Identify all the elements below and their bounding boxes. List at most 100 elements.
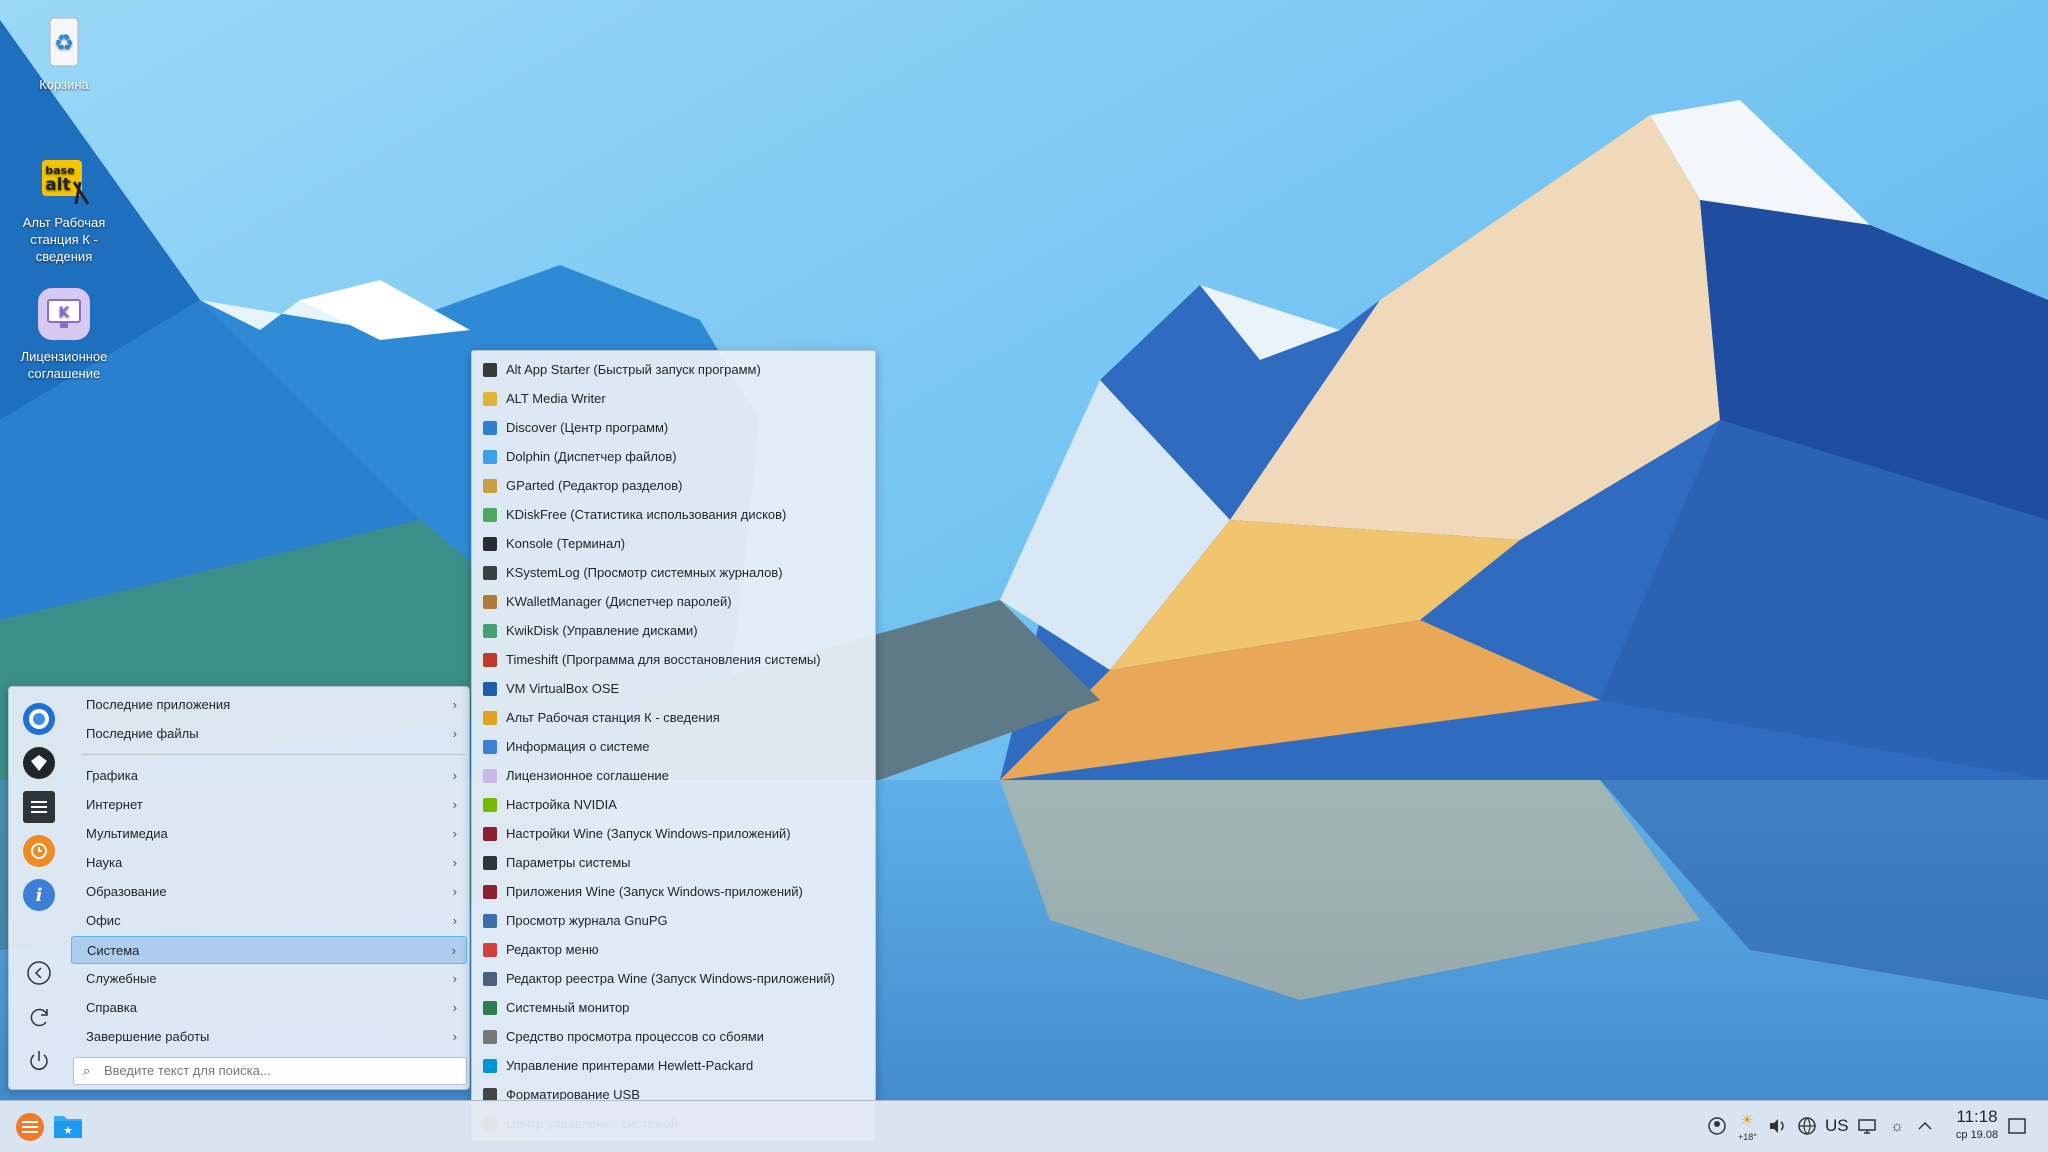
desktop-icon-label: Лицензионное соглашение bbox=[20, 349, 108, 381]
app-icon bbox=[483, 682, 497, 696]
folder-icon: ★ bbox=[54, 1116, 82, 1138]
info-icon[interactable]: i bbox=[23, 879, 55, 911]
submenu-item[interactable]: KWalletManager (Диспетчер паролей) bbox=[472, 587, 875, 616]
submenu-item[interactable]: Настройка NVIDIA bbox=[472, 790, 875, 819]
weather-icon[interactable]: ☀ bbox=[1736, 1109, 1758, 1131]
category-multimedia[interactable]: Мультимедиа › bbox=[71, 820, 467, 848]
network-icon[interactable] bbox=[1796, 1115, 1818, 1137]
svg-text:K: K bbox=[59, 305, 71, 321]
chevron-up-icon[interactable] bbox=[1914, 1115, 1936, 1137]
submenu-item[interactable]: Параметры системы bbox=[472, 848, 875, 877]
show-desktop-icon[interactable] bbox=[2006, 1115, 2028, 1137]
submenu-item[interactable]: GParted (Редактор разделов) bbox=[472, 471, 875, 500]
submenu-item-label: Лицензионное соглашение bbox=[506, 768, 669, 783]
alt-logo-icon: base alt bbox=[42, 160, 90, 205]
submenu-item-label: Настройки Wine (Запуск Windows-приложени… bbox=[506, 826, 791, 841]
submenu-item[interactable]: Timeshift (Программа для восстановления … bbox=[472, 645, 875, 674]
volume-icon[interactable] bbox=[1766, 1115, 1788, 1137]
app-icon bbox=[483, 914, 497, 928]
desktop-icon-license[interactable]: K Лицензионное соглашение bbox=[4, 286, 124, 382]
category-label: Последние файлы bbox=[86, 726, 199, 741]
category-label: Офис bbox=[86, 913, 121, 928]
app-icon bbox=[483, 363, 497, 377]
app-icon bbox=[483, 450, 497, 464]
brightness-icon[interactable]: ☼ bbox=[1886, 1115, 1908, 1137]
submenu-item[interactable]: ALT Media Writer bbox=[472, 384, 875, 413]
file-manager-button[interactable]: ★ bbox=[52, 1111, 84, 1141]
chevron-right-icon: › bbox=[452, 826, 457, 841]
app-icon bbox=[483, 769, 497, 783]
app-icon bbox=[483, 943, 497, 957]
application-menu: i Последние приложения › Последние файлы ›… bbox=[8, 686, 470, 1090]
chevron-right-icon: › bbox=[452, 1000, 457, 1015]
category-graphics[interactable]: Графика › bbox=[71, 762, 467, 790]
chevron-right-icon: › bbox=[452, 913, 457, 928]
category-internet[interactable]: Интернет › bbox=[71, 791, 467, 819]
back-icon[interactable] bbox=[23, 957, 55, 989]
submenu-item[interactable]: Discover (Центр программ) bbox=[472, 413, 875, 442]
display-icon[interactable] bbox=[1856, 1115, 1878, 1137]
desktop-icon-alt-info[interactable]: base alt Альт Рабочая станция К - сведен… bbox=[4, 152, 124, 265]
category-help[interactable]: Справка › bbox=[71, 994, 467, 1022]
search-input[interactable]: ⌕ Введите текст для поиска... bbox=[73, 1057, 467, 1085]
system-submenu: Alt App Starter (Быстрый запуск программ… bbox=[471, 350, 876, 1141]
kwallet-icon[interactable] bbox=[23, 747, 55, 779]
timeshift-icon[interactable] bbox=[23, 835, 55, 867]
submenu-item[interactable]: Лицензионное соглашение bbox=[472, 761, 875, 790]
submenu-item[interactable]: Dolphin (Диспетчер файлов) bbox=[472, 442, 875, 471]
search-placeholder: Введите текст для поиска... bbox=[104, 1063, 271, 1078]
category-shutdown[interactable]: Завершение работы › bbox=[71, 1023, 467, 1051]
category-label: Наука bbox=[86, 855, 123, 870]
user-switch-icon[interactable] bbox=[1706, 1115, 1728, 1137]
power-icon[interactable] bbox=[23, 1045, 55, 1077]
keyboard-layout[interactable]: US bbox=[1825, 1116, 1849, 1136]
app-icon bbox=[483, 508, 497, 522]
category-science[interactable]: Наука › bbox=[71, 849, 467, 877]
submenu-item[interactable]: Приложения Wine (Запуск Windows-приложен… bbox=[472, 877, 875, 906]
refresh-icon[interactable] bbox=[23, 1001, 55, 1033]
submenu-item[interactable]: Редактор меню bbox=[472, 935, 875, 964]
app-icon bbox=[483, 595, 497, 609]
category-label: Графика bbox=[86, 768, 138, 783]
submenu-item[interactable]: KSystemLog (Просмотр системных журналов) bbox=[472, 558, 875, 587]
app-launcher-button[interactable] bbox=[16, 1113, 44, 1141]
favorites-sidebar: i bbox=[9, 687, 71, 1091]
app-icon bbox=[483, 972, 497, 986]
app-icon bbox=[483, 798, 497, 812]
system-settings-icon[interactable] bbox=[23, 791, 55, 823]
category-utilities[interactable]: Служебные › bbox=[71, 965, 467, 993]
clock-time[interactable]: 11:18 bbox=[1942, 1107, 2012, 1127]
chevron-right-icon: › bbox=[452, 697, 457, 712]
submenu-item-label: Системный монитор bbox=[506, 1000, 630, 1015]
taskbar-panel: ★ ☀ +18° US ☼ 11:18 ср 19.08 bbox=[0, 1100, 2048, 1152]
menu-icon bbox=[22, 1121, 38, 1133]
license-icon: K bbox=[38, 288, 90, 340]
submenu-item[interactable]: Konsole (Терминал) bbox=[472, 529, 875, 558]
submenu-item[interactable]: KwikDisk (Управление дисками) bbox=[472, 616, 875, 645]
submenu-item[interactable]: KDiskFree (Статистика использования диск… bbox=[472, 500, 875, 529]
submenu-item[interactable]: Просмотр журнала GnuPG bbox=[472, 906, 875, 935]
category-system[interactable]: Система › bbox=[71, 936, 467, 964]
submenu-item-label: Настройка NVIDIA bbox=[506, 797, 617, 812]
category-label: Служебные bbox=[86, 971, 157, 986]
category-label: Мультимедиа bbox=[86, 826, 168, 841]
submenu-item[interactable]: Системный монитор bbox=[472, 993, 875, 1022]
category-recent-files[interactable]: Последние файлы › bbox=[71, 720, 467, 748]
submenu-item[interactable]: Средство просмотра процессов со сбоями bbox=[472, 1022, 875, 1051]
submenu-item-label: Редактор реестра Wine (Запуск Windows-пр… bbox=[506, 971, 835, 986]
submenu-item[interactable]: Альт Рабочая станция К - сведения bbox=[472, 703, 875, 732]
category-education[interactable]: Образование › bbox=[71, 878, 467, 906]
desktop-icon-trash[interactable]: ♻ Корзина bbox=[4, 14, 124, 93]
submenu-item[interactable]: Alt App Starter (Быстрый запуск программ… bbox=[472, 355, 875, 384]
category-office[interactable]: Офис › bbox=[71, 907, 467, 935]
app-icon bbox=[483, 1001, 497, 1015]
submenu-item-label: Timeshift (Программа для восстановления … bbox=[506, 652, 821, 667]
chromium-icon[interactable] bbox=[23, 703, 55, 735]
submenu-item[interactable]: Редактор реестра Wine (Запуск Windows-пр… bbox=[472, 964, 875, 993]
submenu-item[interactable]: Информация о системе bbox=[472, 732, 875, 761]
category-recent-apps[interactable]: Последние приложения › bbox=[71, 691, 467, 719]
submenu-item[interactable]: Настройки Wine (Запуск Windows-приложени… bbox=[472, 819, 875, 848]
submenu-item[interactable]: VM VirtualBox OSE bbox=[472, 674, 875, 703]
submenu-item[interactable]: Управление принтерами Hewlett-Packard bbox=[472, 1051, 875, 1080]
clock-date[interactable]: ср 19.08 bbox=[1942, 1129, 2012, 1141]
